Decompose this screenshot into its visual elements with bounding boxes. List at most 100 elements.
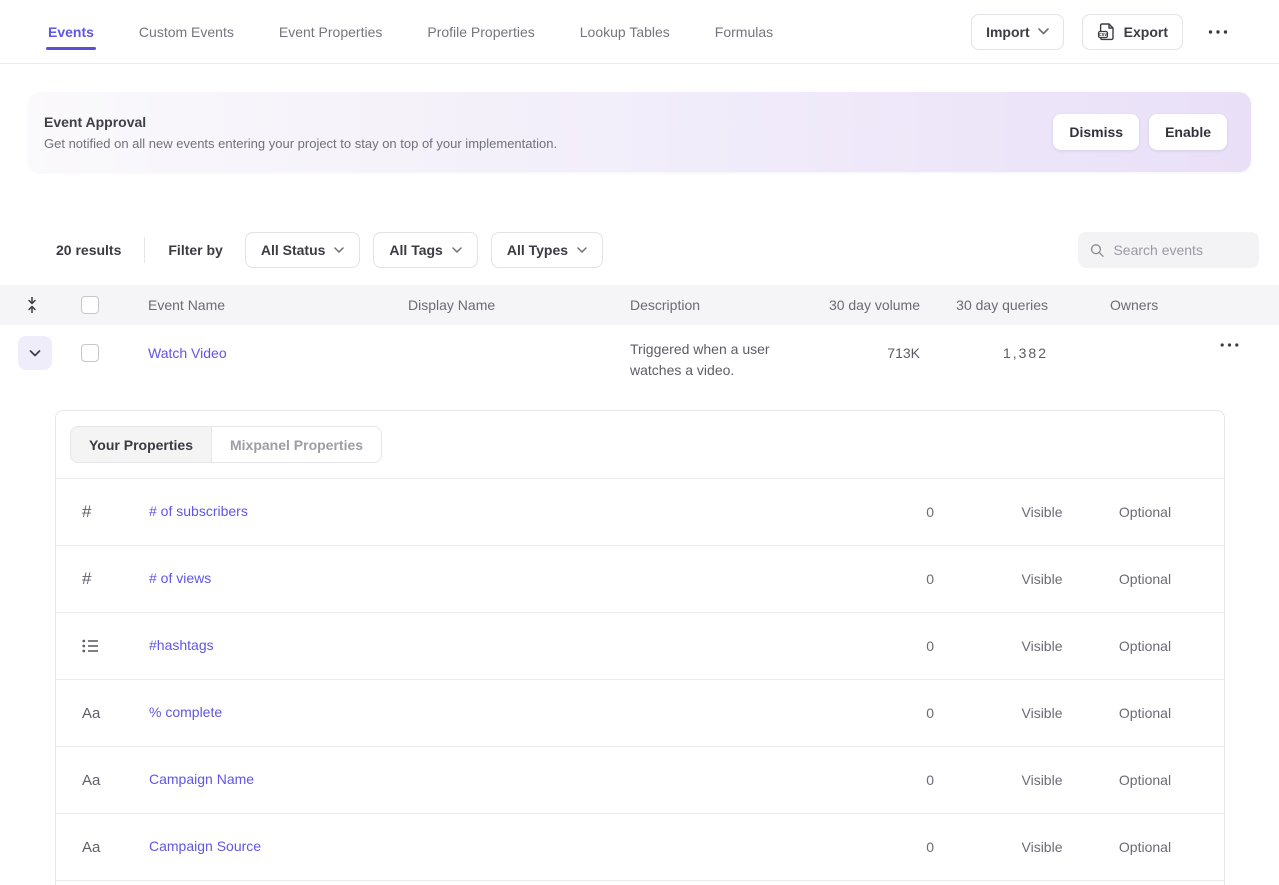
event-description: Triggered when a user watches a video. [630, 339, 810, 381]
tab-your-properties[interactable]: Your Properties [70, 426, 212, 463]
nav-tabs: Events Custom Events Event Properties Pr… [48, 0, 773, 63]
collapse-rows-icon [25, 296, 39, 314]
banner-text: Event Approval Get notified on all new e… [44, 114, 557, 151]
column-description: Description [630, 297, 820, 313]
search-box[interactable] [1078, 232, 1259, 268]
nav-actions: Import csv Export [971, 14, 1236, 50]
import-button[interactable]: Import [971, 14, 1064, 50]
tab-events-label: Events [48, 24, 94, 40]
top-navigation: Events Custom Events Event Properties Pr… [0, 0, 1279, 64]
list-type-icon [56, 639, 149, 653]
tab-events[interactable]: Events [48, 0, 94, 63]
divider [144, 237, 145, 263]
text-type-icon: Aa [56, 839, 149, 856]
property-link[interactable]: # of subscribers [149, 503, 248, 519]
property-value: 0 [926, 638, 934, 654]
number-type-icon: # [56, 569, 149, 589]
property-value: 0 [926, 504, 934, 520]
svg-text:csv: csv [1098, 32, 1107, 38]
column-display-name: Display Name [408, 297, 630, 313]
csv-file-icon: csv [1097, 22, 1116, 41]
event-row-watch-video: Watch Video Triggered when a user watche… [0, 325, 1279, 410]
property-row: # # of views 0 Visible Optional [56, 546, 1224, 613]
banner-actions: Dismiss Enable [1053, 114, 1227, 150]
properties-segmented-control: Your Properties Mixpanel Properties [70, 426, 382, 463]
property-requirement: Optional [1119, 839, 1171, 855]
property-visibility: Visible [1022, 504, 1063, 520]
property-row: Aa Campaign Source 0 Visible Optional [56, 814, 1224, 881]
banner-title: Event Approval [44, 114, 557, 130]
property-value: 0 [926, 705, 934, 721]
property-visibility: Visible [1022, 839, 1063, 855]
active-tab-underline [46, 47, 96, 50]
property-value: 0 [926, 571, 934, 587]
property-row: # # of subscribers 0 Visible Optional [56, 479, 1224, 546]
property-value: 0 [926, 839, 934, 855]
ellipsis-icon [1220, 343, 1239, 347]
property-value: 0 [926, 772, 934, 788]
column-owners: Owners [1110, 297, 1218, 313]
text-type-icon: Aa [56, 772, 149, 789]
property-link[interactable]: % complete [149, 704, 222, 720]
search-input[interactable] [1113, 242, 1247, 258]
types-filter-dropdown[interactable]: All Types [491, 232, 603, 268]
tab-mixpanel-properties[interactable]: Mixpanel Properties [212, 426, 382, 463]
import-button-label: Import [986, 24, 1030, 40]
tab-event-properties[interactable]: Event Properties [279, 0, 383, 63]
dismiss-button[interactable]: Dismiss [1053, 114, 1139, 150]
property-requirement: Optional [1119, 638, 1171, 654]
enable-button[interactable]: Enable [1149, 114, 1227, 150]
property-visibility: Visible [1022, 571, 1063, 587]
status-filter-dropdown[interactable]: All Status [245, 232, 361, 268]
tab-formulas[interactable]: Formulas [715, 0, 773, 63]
chevron-down-icon [29, 350, 41, 357]
properties-tabbar: Your Properties Mixpanel Properties [56, 411, 1224, 479]
text-type-icon: Aa [56, 705, 149, 722]
collapse-row-button[interactable] [18, 336, 52, 370]
tab-lookup-tables[interactable]: Lookup Tables [580, 0, 670, 63]
column-30-day-queries: 30 day queries [956, 297, 1048, 313]
property-link[interactable]: Campaign Name [149, 771, 254, 787]
row-menu-button[interactable] [1218, 339, 1241, 351]
ellipsis-icon [1208, 30, 1228, 34]
tab-custom-events[interactable]: Custom Events [139, 0, 234, 63]
event-properties-panel: Your Properties Mixpanel Properties # # … [55, 410, 1225, 885]
event-name-link[interactable]: Watch Video [148, 345, 227, 361]
column-30-day-volume: 30 day volume [829, 297, 920, 313]
row-checkbox[interactable] [81, 344, 99, 362]
property-requirement: Optional [1119, 504, 1171, 520]
export-button[interactable]: csv Export [1082, 14, 1183, 50]
collapse-all-button[interactable] [0, 296, 64, 314]
queries-30d-value: 1,382 [1003, 345, 1048, 361]
property-link[interactable]: #hashtags [149, 637, 214, 653]
more-options-button[interactable] [1200, 24, 1236, 40]
volume-30d-value: 713K [887, 345, 920, 361]
chevron-down-icon [1038, 28, 1049, 35]
property-link[interactable]: Campaign Source [149, 838, 261, 854]
chevron-down-icon [577, 247, 587, 253]
chevron-down-icon [452, 247, 462, 253]
property-requirement: Optional [1119, 705, 1171, 721]
property-link[interactable]: # of views [149, 570, 211, 586]
property-visibility: Visible [1022, 705, 1063, 721]
property-requirement: Optional [1119, 571, 1171, 587]
property-visibility: Visible [1022, 638, 1063, 654]
events-table-header: Event Name Display Name Description 30 d… [0, 285, 1279, 325]
filter-by-label: Filter by [168, 242, 222, 258]
tags-filter-dropdown[interactable]: All Tags [373, 232, 477, 268]
column-event-name: Event Name [148, 297, 408, 313]
filter-toolbar: 20 results Filter by All Status All Tags… [0, 232, 1279, 268]
select-all-checkbox[interactable] [81, 296, 99, 314]
property-row: Aa % complete 0 Visible Optional [56, 680, 1224, 747]
property-row: Aa Campaign Name 0 Visible Optional [56, 747, 1224, 814]
export-button-label: Export [1124, 24, 1168, 40]
results-count: 20 results [56, 242, 121, 258]
banner-subtitle: Get notified on all new events entering … [44, 136, 557, 151]
chevron-down-icon [334, 247, 344, 253]
number-type-icon: # [56, 502, 149, 522]
tab-profile-properties[interactable]: Profile Properties [427, 0, 534, 63]
property-requirement: Optional [1119, 772, 1171, 788]
search-icon [1090, 242, 1104, 259]
property-visibility: Visible [1022, 772, 1063, 788]
event-approval-banner: Event Approval Get notified on all new e… [28, 92, 1251, 172]
